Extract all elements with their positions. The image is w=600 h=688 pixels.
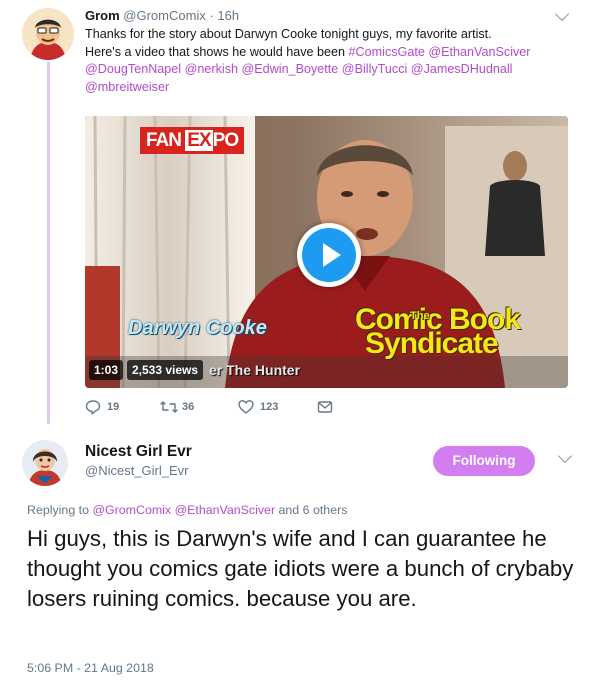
video-duration: 1:03	[89, 360, 124, 380]
replying-suffix[interactable]: and 6 others	[275, 503, 348, 517]
retweet-icon	[160, 401, 178, 413]
mention-link[interactable]: @DougTenNapel	[85, 62, 181, 76]
tweet-text: Hi guys, this is Darwyn's wife and I can…	[27, 526, 574, 611]
mention-link[interactable]: @Edwin_Boyette	[242, 62, 339, 76]
user-handle[interactable]: @GromComix	[123, 8, 206, 23]
logo-line-2: Syndicate	[365, 327, 499, 360]
hashtag-link[interactable]: #ComicsGate	[349, 45, 425, 59]
fan-expo-logo: FAN EX PO	[140, 127, 245, 154]
video-overlay-caption: er The Hunter	[209, 362, 301, 378]
user-handle[interactable]: @Nicest_Girl_Evr	[85, 463, 189, 478]
retweet-count: 36	[182, 401, 195, 413]
chevron-down-icon[interactable]	[557, 448, 573, 464]
play-icon	[302, 228, 356, 282]
envelope-icon	[317, 401, 333, 413]
cartoon-avatar-icon	[22, 440, 68, 486]
chevron-down-icon[interactable]	[554, 6, 570, 22]
mention-link[interactable]: @EthanVanSciver	[428, 45, 530, 59]
brand-text: FAN	[146, 130, 186, 151]
tweet-text-line: Here's a video that shows he would have …	[85, 44, 575, 62]
brand-text-end: PO	[212, 130, 239, 151]
play-button[interactable]	[297, 223, 361, 287]
separator-dot: ·	[205, 8, 218, 23]
like-count: 123	[260, 401, 279, 413]
retweet-button[interactable]: 36	[160, 398, 210, 416]
heart-icon	[238, 400, 254, 414]
mention-link[interactable]: @GromComix	[92, 503, 171, 517]
tweet-text: Thanks for the story about Darwyn Cooke …	[85, 26, 575, 96]
mention-link[interactable]: @nerkish	[185, 62, 238, 76]
tweet-text-line: @mbreitweiser	[85, 79, 575, 97]
reply-icon	[85, 400, 101, 415]
comic-book-syndicate-logo: The Comic Book Syndicate	[355, 305, 521, 360]
tweet-timestamp[interactable]: 5:06 PM - 21 Aug 2018	[27, 661, 154, 675]
video-views: 2,533 views	[127, 360, 204, 380]
cartoon-avatar-icon	[22, 8, 74, 60]
mention-link[interactable]: @JamesDHudnall	[411, 62, 513, 76]
tweet-text-line: @DougTenNapel @nerkish @Edwin_Boyette @B…	[85, 61, 575, 79]
display-name[interactable]: Nicest Girl Evr	[85, 443, 192, 461]
mention-link[interactable]: @EthanVanSciver	[175, 503, 276, 517]
reply-button[interactable]: 19	[85, 398, 135, 416]
direct-message-button[interactable]	[317, 398, 335, 416]
replying-to: Replying to @GromComix @EthanVanSciver a…	[27, 503, 347, 517]
tweet-text-segment: Here's a video that shows he would have …	[85, 44, 349, 59]
display-name[interactable]: Grom	[85, 8, 120, 23]
reply-count: 19	[107, 401, 120, 413]
tweet-header: Grom @GromComix · 16h	[85, 7, 239, 24]
thread-connector-line	[47, 62, 50, 424]
replying-prefix: Replying to	[27, 503, 93, 517]
avatar[interactable]	[22, 440, 68, 486]
mention-link[interactable]: @BillyTucci	[342, 62, 408, 76]
brand-text-x: EX	[185, 130, 213, 151]
following-button[interactable]: Following	[433, 446, 535, 476]
mention-link[interactable]: @mbreitweiser	[85, 80, 169, 94]
avatar[interactable]	[22, 8, 74, 60]
like-button[interactable]: 123	[238, 398, 293, 416]
video-overlay-name: Darwyn Cooke	[128, 317, 267, 339]
tweet-text-line: Thanks for the story about Darwyn Cooke …	[85, 27, 492, 41]
logo-the: The	[410, 310, 430, 322]
tweet-time[interactable]: 16h	[217, 8, 239, 23]
